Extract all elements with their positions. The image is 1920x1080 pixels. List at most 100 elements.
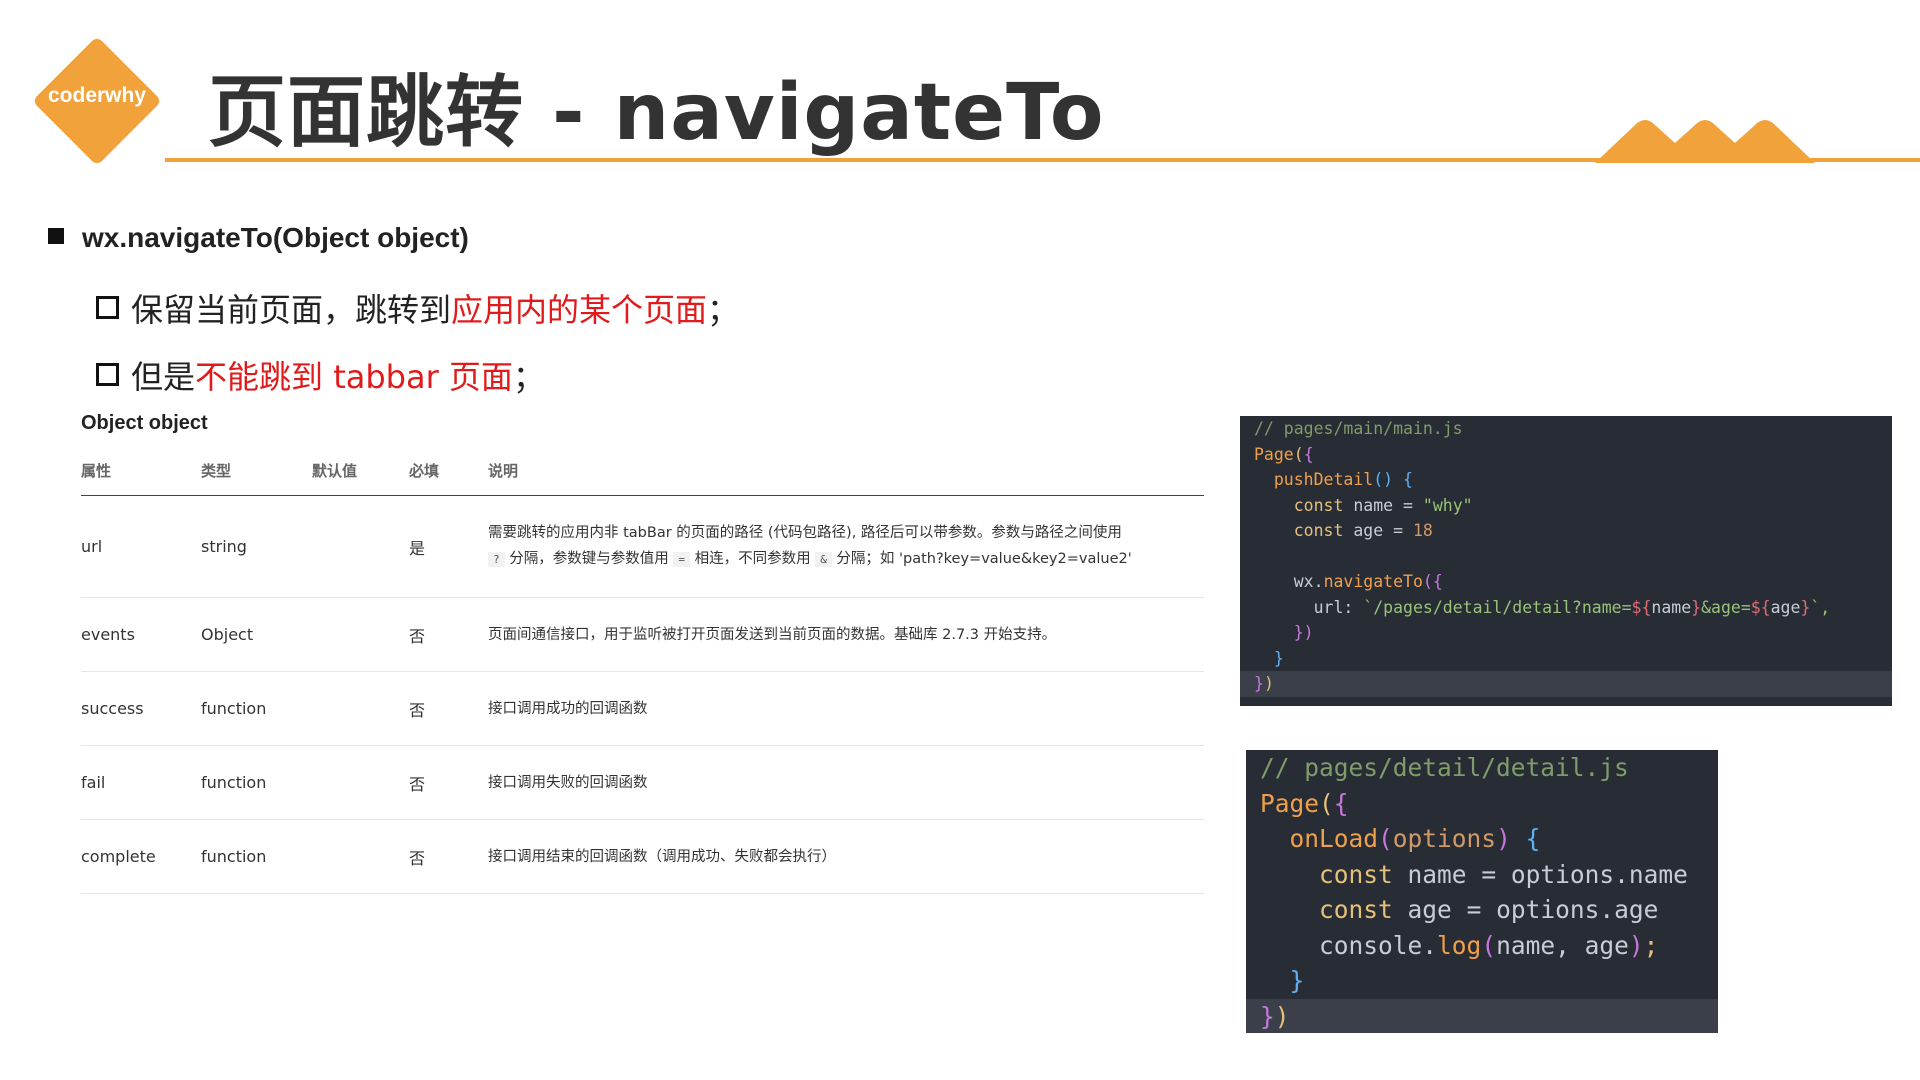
code-prop: name xyxy=(1628,859,1688,889)
code-line: Page({ xyxy=(1260,788,1349,818)
code-template-brace: } xyxy=(1800,597,1811,617)
cell-default xyxy=(312,819,409,894)
table-title: Object object xyxy=(81,412,208,434)
code-object: options xyxy=(1496,895,1600,924)
code-comment: // pages/main/main.js xyxy=(1254,419,1463,438)
inline-code: = xyxy=(673,552,690,567)
cell-required: 否 xyxy=(409,597,488,672)
code-page-call: Page xyxy=(1260,788,1320,818)
bullet-main: wx.navigateTo(Object object) xyxy=(48,222,469,254)
logo-text: coderwhy xyxy=(47,84,147,107)
params-table: 属性 类型 默认值 必填 说明 url string 是 需要跳转的应用内非 t… xyxy=(81,460,1204,894)
cell-desc: 需要跳转的应用内非 tabBar 的页面的路径 (代码包路径), 路径后可以带参… xyxy=(488,495,1204,598)
code-method: navigateTo xyxy=(1323,572,1423,591)
code-template: &age= xyxy=(1701,597,1751,617)
code-var: age xyxy=(1353,521,1384,540)
code-template: `/pages/detail/detail?name= xyxy=(1363,597,1632,617)
bullet-sub-2-end: ； xyxy=(512,358,545,396)
cell-type: function xyxy=(201,745,312,820)
code-var: name xyxy=(1407,859,1467,889)
code-template: `, xyxy=(1810,597,1831,617)
cell-type: string xyxy=(201,495,312,598)
code-keyword: const xyxy=(1293,521,1344,540)
code-args: name, age xyxy=(1496,930,1629,960)
code-line: const age = 18 xyxy=(1293,521,1433,540)
bullet-sub-1-end: ； xyxy=(707,291,740,329)
cell-name: success xyxy=(81,671,201,746)
code-line: } xyxy=(1289,966,1305,995)
code-comment: // pages/detail/detail.js xyxy=(1260,753,1629,782)
header-default: 默认值 xyxy=(312,460,409,496)
cell-required: 否 xyxy=(409,671,488,746)
cell-desc: 接口调用成功的回调函数 xyxy=(488,671,1204,746)
code-line: // pages/main/main.js xyxy=(1240,416,1892,442)
slide-title: 页面跳转 - navigateTo xyxy=(208,68,1105,158)
mountains-decoration xyxy=(1595,120,1815,163)
inline-code: & xyxy=(815,552,832,567)
code-method: pushDetail xyxy=(1273,470,1374,489)
code-line: // pages/detail/detail.js xyxy=(1246,750,1718,786)
code-var: age xyxy=(1770,597,1801,617)
code-object: options xyxy=(1510,859,1615,889)
code-line: wx.navigateTo({ xyxy=(1293,572,1443,591)
cell-default xyxy=(312,597,409,672)
code-prop: age xyxy=(1614,895,1659,924)
table-row: complete function 否 接口调用结束的回调函数（调用成功、失败都… xyxy=(81,819,1204,894)
code-keyword: const xyxy=(1319,859,1393,889)
desc-text: 分隔；如 'path?key=value&key2=value2' xyxy=(836,551,1132,567)
bullet-main-text: wx.navigateTo(Object object) xyxy=(82,222,469,253)
desc-text: 相连，不同参数用 xyxy=(694,551,811,567)
bullet-sub-2: 但是不能跳到 tabbar 页面； xyxy=(96,352,545,398)
code-var: name xyxy=(1353,495,1394,515)
table-header-row: 属性 类型 默认值 必填 说明 xyxy=(81,460,1204,496)
code-keyword: const xyxy=(1293,495,1344,515)
cell-name: url xyxy=(81,495,201,598)
cell-name: complete xyxy=(81,819,201,894)
code-object: wx xyxy=(1293,572,1314,591)
code-template-brace: } xyxy=(1691,597,1702,617)
code-var: name xyxy=(1651,597,1692,617)
code-param: options xyxy=(1392,824,1497,853)
code-string: "why" xyxy=(1422,495,1473,515)
code-template-brace: ${ xyxy=(1631,597,1652,617)
code-template-brace: ${ xyxy=(1750,597,1771,617)
cell-name: fail xyxy=(81,745,201,820)
code-line: url: `/pages/detail/detail?name=${name}&… xyxy=(1240,595,1892,621)
square-bullet-icon xyxy=(48,228,64,244)
cell-type: function xyxy=(201,671,312,746)
table-row: url string 是 需要跳转的应用内非 tabBar 的页面的路径 (代码… xyxy=(81,495,1204,598)
code-line: const name = options.name xyxy=(1319,859,1688,889)
code-line: } xyxy=(1273,648,1284,668)
code-line: console.log(name, age); xyxy=(1319,930,1659,960)
header-type: 类型 xyxy=(201,460,312,496)
code-line: }) xyxy=(1240,671,1892,697)
desc-text: 分隔，参数键与参数值用 xyxy=(509,551,669,567)
cell-default xyxy=(312,745,409,820)
code-line: }) xyxy=(1246,998,1718,1033)
cell-desc: 页面间通信接口，用于监听被打开页面发送到当前页面的数据。基础库 2.7.3 开始… xyxy=(488,597,1204,672)
cell-default xyxy=(312,495,409,598)
table-row: fail function 否 接口调用失败的回调函数 xyxy=(81,745,1204,820)
code-key: url: xyxy=(1313,597,1354,617)
code-number: 18 xyxy=(1412,521,1433,540)
bullet-sub-2-highlight: 不能跳到 tabbar 页面 xyxy=(195,358,513,396)
cell-default xyxy=(312,671,409,746)
bullet-sub-1: 保留当前页面，跳转到应用内的某个页面； xyxy=(96,285,739,331)
desc-text: 需要跳转的应用内非 tabBar 的页面的路径 (代码包路径), 路径后可以带参… xyxy=(488,525,1122,541)
cell-type: Object xyxy=(201,597,312,672)
hollow-square-bullet-icon xyxy=(96,363,119,386)
header-attr: 属性 xyxy=(81,460,201,496)
cell-name: events xyxy=(81,597,201,672)
code-line: onLoad(options) { xyxy=(1289,824,1541,853)
inline-code: ? xyxy=(488,552,505,567)
bullet-sub-2-text: 但是 xyxy=(131,358,196,396)
bullet-sub-1-highlight: 应用内的某个页面 xyxy=(451,291,708,329)
header-required: 必填 xyxy=(409,460,488,496)
cell-required: 是 xyxy=(409,495,488,598)
code-panel-detail: // pages/detail/detail.js Page({ onLoad(o… xyxy=(1246,750,1718,1033)
code-page-call: Page xyxy=(1254,444,1294,464)
cell-required: 否 xyxy=(409,819,488,894)
code-line: Page({ xyxy=(1254,444,1314,464)
code-line: const name = "why" xyxy=(1293,495,1473,515)
table-row: success function 否 接口调用成功的回调函数 xyxy=(81,671,1204,746)
